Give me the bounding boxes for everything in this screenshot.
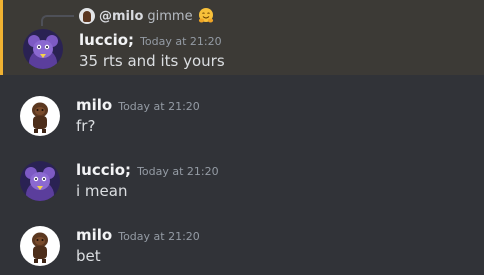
- username[interactable]: luccio;: [79, 31, 134, 49]
- message-text: i mean: [76, 182, 128, 200]
- reply-preview[interactable]: @milo gimme: [79, 6, 215, 26]
- message-header: milo Today at 21:20: [76, 226, 200, 244]
- reply-avatar[interactable]: [79, 8, 95, 24]
- message-header: milo Today at 21:20: [76, 96, 200, 114]
- message-text: 35 rts and its yours: [79, 52, 225, 70]
- purple-character-avatar-icon: [23, 29, 63, 69]
- message-text: fr?: [76, 117, 96, 135]
- username[interactable]: milo: [76, 96, 112, 114]
- timestamp[interactable]: Today at 21:20: [118, 100, 200, 113]
- hugging-face-emoji-icon: [198, 8, 213, 23]
- chat-message-list: @milo gimme luccio; Today at 21:20 35 rt…: [0, 0, 484, 275]
- message-text: bet: [76, 247, 101, 265]
- message-item[interactable]: @milo gimme luccio; Today at 21:20 35 rt…: [0, 0, 484, 75]
- reply-connector-line: [41, 15, 74, 26]
- message-item[interactable]: luccio; Today at 21:20 i mean: [0, 150, 484, 210]
- purple-character-avatar-icon: [20, 161, 60, 201]
- avatar[interactable]: [20, 226, 60, 266]
- timestamp[interactable]: Today at 21:20: [137, 165, 219, 178]
- brown-character-avatar-icon: [20, 96, 60, 136]
- message-header: luccio; Today at 21:20: [79, 31, 222, 49]
- reply-text[interactable]: gimme: [147, 9, 192, 24]
- message-header: luccio; Today at 21:20: [76, 161, 219, 179]
- message-item[interactable]: milo Today at 21:20 bet: [0, 215, 484, 275]
- avatar[interactable]: [20, 161, 60, 201]
- timestamp[interactable]: Today at 21:20: [118, 230, 200, 243]
- timestamp[interactable]: Today at 21:20: [140, 35, 222, 48]
- username[interactable]: luccio;: [76, 161, 131, 179]
- avatar[interactable]: [20, 96, 60, 136]
- reply-author[interactable]: @milo: [99, 9, 143, 24]
- avatar[interactable]: [23, 29, 63, 69]
- message-item[interactable]: milo Today at 21:20 fr?: [0, 85, 484, 145]
- brown-character-avatar-icon: [20, 226, 60, 266]
- username[interactable]: milo: [76, 226, 112, 244]
